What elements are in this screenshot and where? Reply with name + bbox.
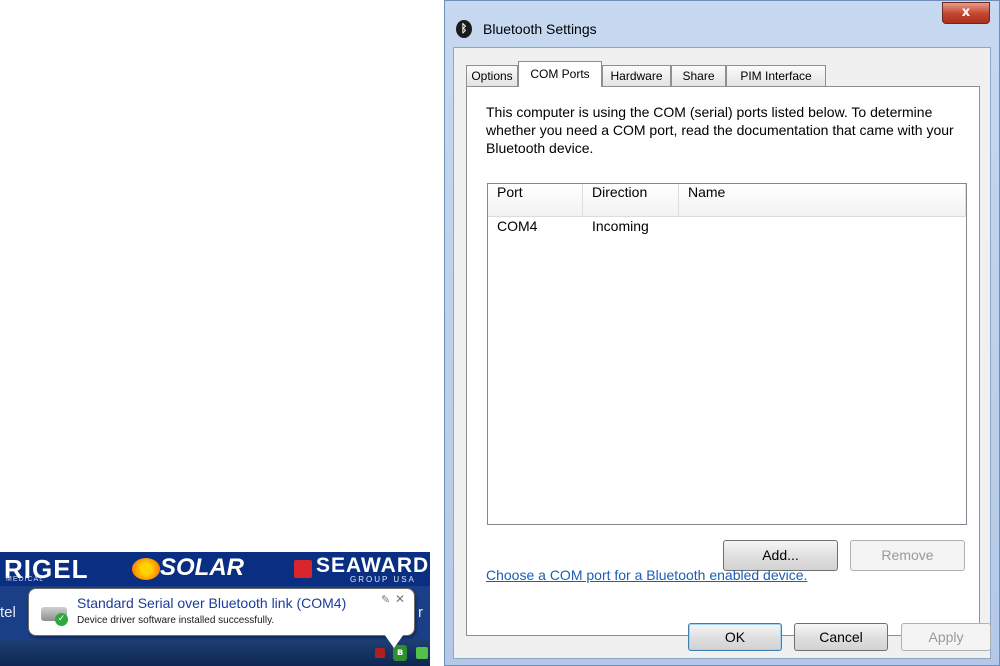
taskbar: [0, 640, 430, 666]
network-tray-icon[interactable]: [375, 648, 385, 658]
cancel-button[interactable]: Cancel: [794, 623, 888, 651]
column-header-port[interactable]: Port: [488, 184, 583, 216]
checkmark-icon: ✓: [55, 613, 68, 626]
list-header: Port Direction Name: [488, 184, 966, 217]
title-bar[interactable]: ᛒ Bluetooth Settings x: [445, 1, 999, 47]
status-tray-icon[interactable]: [416, 647, 428, 659]
balloon-tail: [384, 634, 404, 648]
dialog-client-area: Options COM Ports Hardware Share PIM Int…: [453, 47, 991, 659]
balloon-title: Standard Serial over Bluetooth link (COM…: [77, 595, 347, 611]
balloon-message: Device driver software installed success…: [77, 615, 275, 626]
close-button[interactable]: x: [942, 2, 990, 24]
pin-icon[interactable]: ✎: [381, 593, 390, 606]
solar-logo: SOLAR: [160, 554, 244, 581]
desktop-text-right: r: [418, 604, 423, 621]
table-row[interactable]: COM4 Incoming: [488, 218, 966, 242]
seaward-logo-subtitle: GROUP USA: [350, 575, 416, 584]
tab-hardware[interactable]: Hardware: [602, 65, 671, 86]
window-title: Bluetooth Settings: [483, 21, 597, 37]
notification-balloon[interactable]: ✓ Standard Serial over Bluetooth link (C…: [28, 588, 415, 636]
column-header-direction[interactable]: Direction: [583, 184, 679, 216]
bluetooth-settings-window: ᛒ Bluetooth Settings x Options COM Ports…: [444, 0, 1000, 666]
cell-direction: Incoming: [592, 218, 649, 234]
seaward-logo-icon: [294, 560, 312, 578]
tab-com-ports[interactable]: COM Ports: [518, 61, 602, 87]
ok-button[interactable]: OK: [688, 623, 782, 651]
solar-logo-icon: [132, 558, 160, 580]
bluetooth-icon: ᛒ: [456, 20, 472, 38]
rigel-logo-subtitle: MEDICAL: [6, 576, 45, 583]
cell-port: COM4: [497, 218, 538, 234]
balloon-close-icon[interactable]: ✕: [395, 592, 405, 606]
apply-button[interactable]: Apply: [901, 623, 991, 651]
column-header-name[interactable]: Name: [679, 184, 966, 216]
desktop-banner: RIGEL MEDICAL SOLAR SEAWARD GROUP USA: [0, 552, 430, 586]
com-ports-panel: This computer is using the COM (serial) …: [466, 86, 980, 636]
remove-button[interactable]: Remove: [850, 540, 965, 571]
tab-options[interactable]: Options: [466, 65, 518, 86]
desktop-text-left: tel: [0, 604, 16, 621]
com-ports-list[interactable]: Port Direction Name COM4 Incoming: [487, 183, 967, 525]
tab-share[interactable]: Share: [671, 65, 726, 86]
com-ports-description: This computer is using the COM (serial) …: [486, 104, 954, 156]
tab-pim-interface[interactable]: PIM Interface: [726, 65, 826, 86]
choose-com-port-link[interactable]: Choose a COM port for a Bluetooth enable…: [486, 567, 807, 583]
cell-name: [679, 218, 966, 242]
